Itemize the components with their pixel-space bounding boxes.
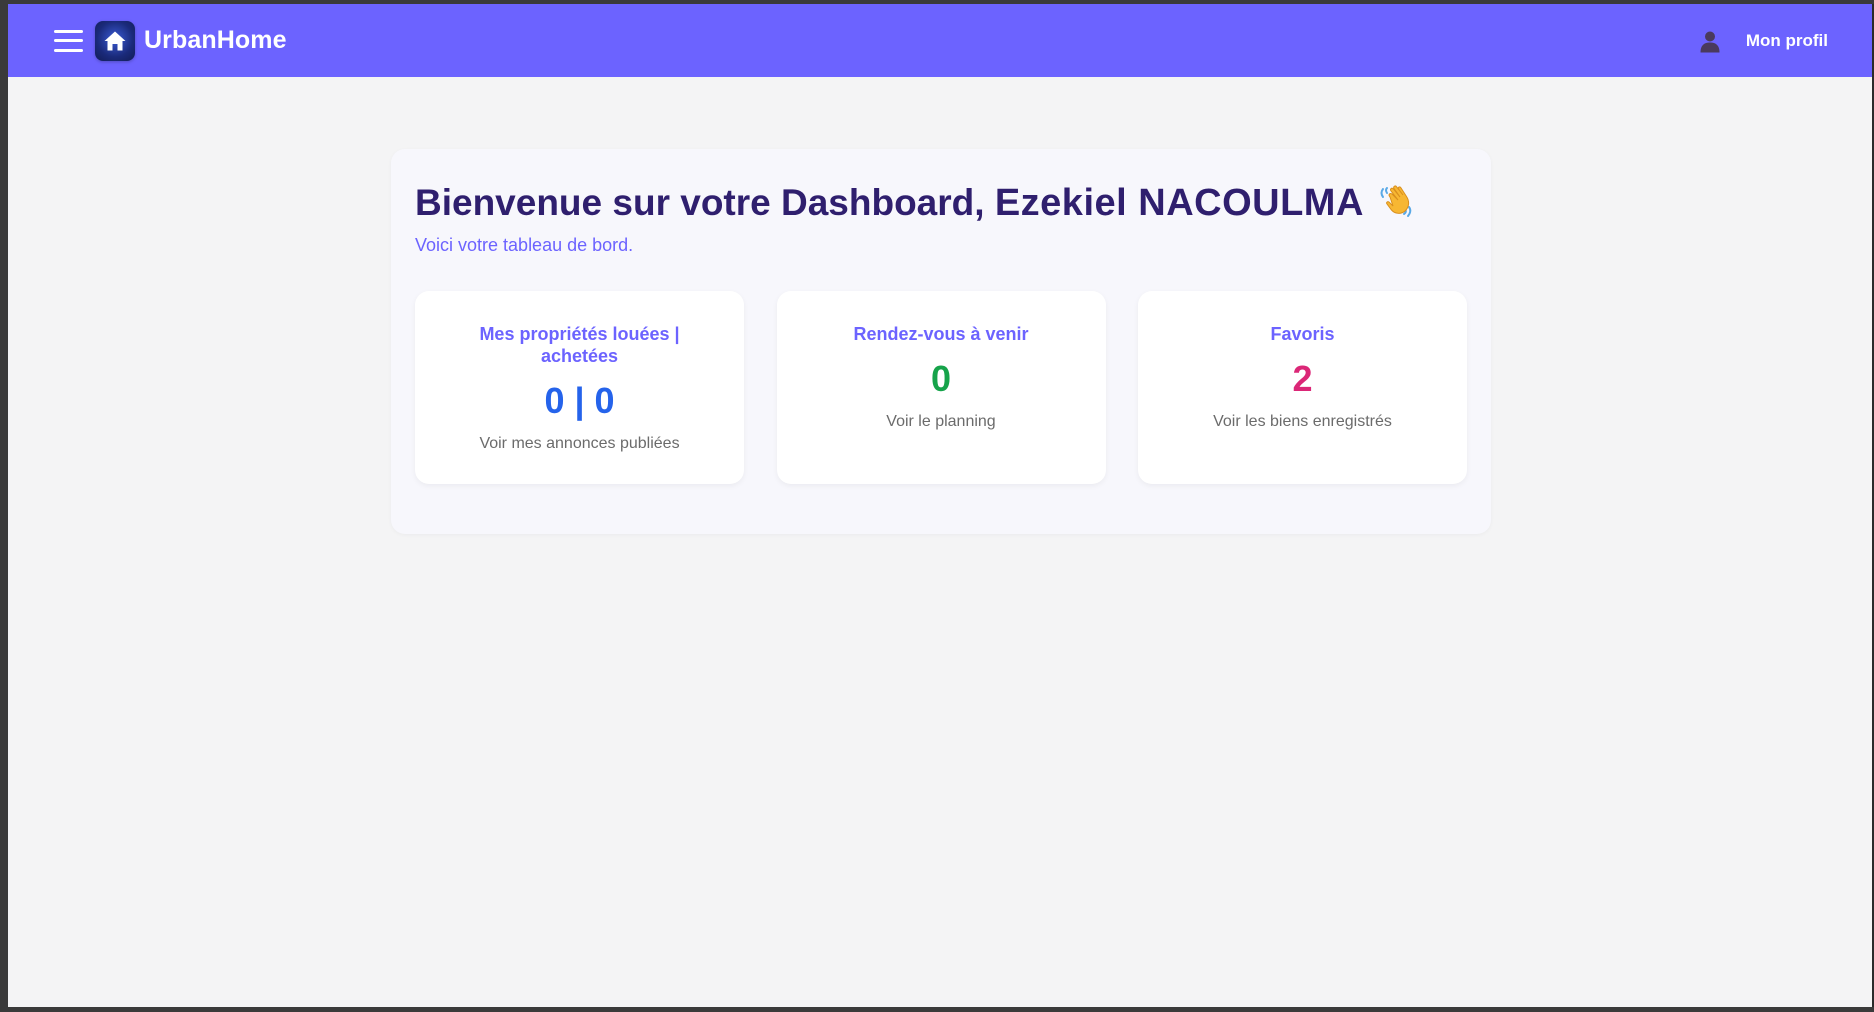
- card-link[interactable]: Voir le planning: [777, 413, 1106, 431]
- user-name: Ezekiel NACOULMA: [994, 182, 1364, 224]
- card-title: Mes propriétés louées | achetées: [479, 324, 680, 366]
- user-icon: [1700, 31, 1720, 52]
- top-navbar: UrbanHome Mon profil: [8, 4, 1874, 77]
- card-link[interactable]: Voir les biens enregistrés: [1138, 413, 1467, 431]
- card-value: 0: [930, 358, 952, 399]
- stats-cards: Mes propriétés louées | achetées 0 | 0 V…: [415, 291, 1467, 484]
- home-icon[interactable]: [95, 20, 135, 61]
- waving-hand-icon: [1376, 179, 1416, 228]
- card-value: 2: [1292, 358, 1313, 399]
- card-link[interactable]: Voir mes annonces publiées: [415, 435, 744, 453]
- welcome-title: Bienvenue sur votre Dashboard, Ezekiel N…: [415, 179, 1416, 228]
- hamburger-menu-icon[interactable]: [54, 29, 83, 52]
- appointments-card[interactable]: Rendez-vous à venir 0 Voir le planning: [776, 291, 1106, 484]
- card-title: Rendez-vous à venir: [853, 324, 1029, 344]
- app-window: UrbanHome Mon profil Bienvenue sur votre…: [8, 4, 1874, 1007]
- profile-label: Mon profil: [1745, 30, 1828, 50]
- dashboard-panel: Bienvenue sur votre Dashboard, Ezekiel N…: [391, 149, 1491, 534]
- profile-button[interactable]: Mon profil: [1698, 4, 1828, 77]
- favorites-card[interactable]: Favoris 2 Voir les biens enregistrés: [1138, 291, 1467, 484]
- properties-card[interactable]: Mes propriétés louées | achetées 0 | 0 V…: [415, 291, 744, 484]
- dashboard-subtitle: Voici votre tableau de bord.: [415, 235, 634, 255]
- welcome-prefix: Bienvenue sur votre Dashboard,: [415, 182, 995, 223]
- card-value: 0 | 0: [544, 380, 615, 421]
- card-title: Favoris: [1270, 324, 1335, 344]
- brand-name[interactable]: UrbanHome: [144, 26, 287, 55]
